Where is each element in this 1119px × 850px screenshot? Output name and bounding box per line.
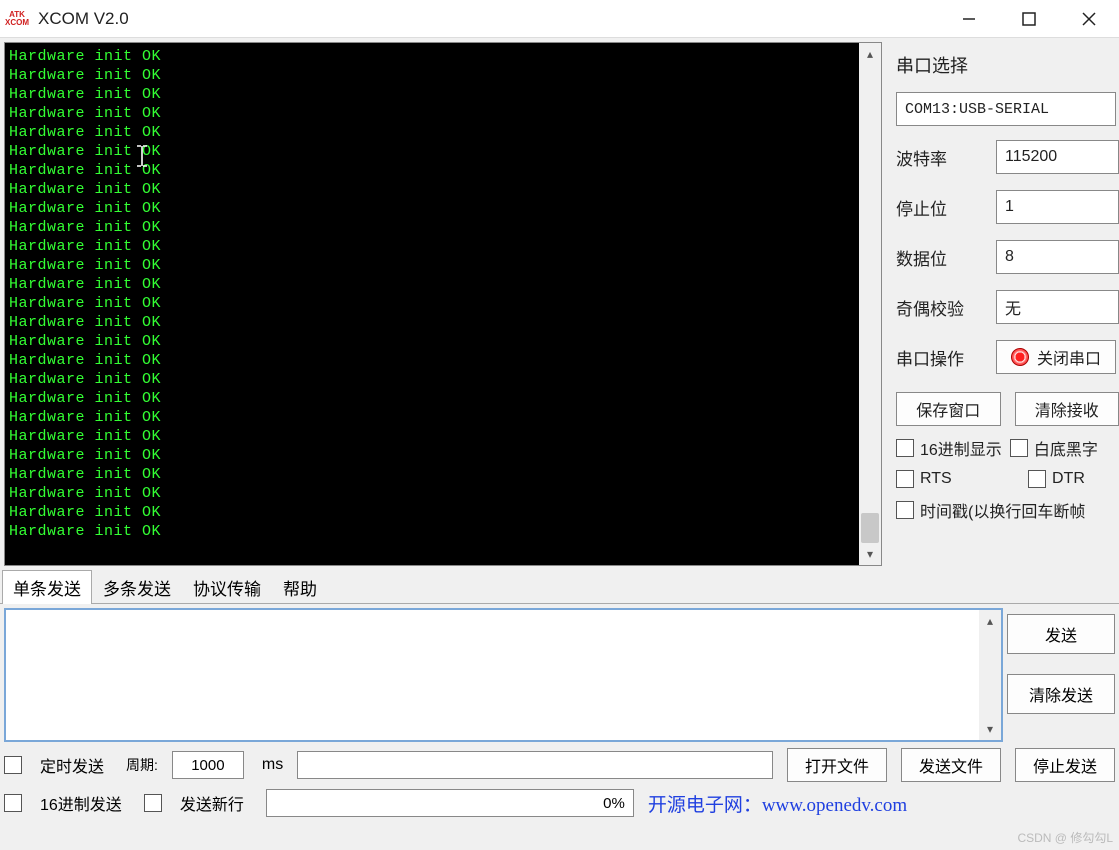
tab-protocol[interactable]: 协议传输 (182, 570, 272, 604)
file-path-input[interactable] (297, 751, 773, 779)
stopbits-label: 停止位 (896, 195, 976, 220)
portop-label: 串口操作 (896, 345, 976, 370)
terminal-wrap: Hardware init OK Hardware init OK Hardwa… (4, 42, 882, 566)
period-unit: ms (262, 756, 283, 774)
timed-send-checkbox[interactable] (4, 756, 22, 774)
rts-checkbox[interactable] (896, 470, 914, 488)
stop-send-button[interactable]: 停止发送 (1015, 748, 1115, 782)
timestamp-label: 时间戳(以换行回车断帧 (920, 498, 1085, 522)
progress-bar: 0% (266, 789, 634, 817)
scroll-up-icon[interactable]: ▴ (979, 610, 1001, 632)
open-file-button[interactable]: 打开文件 (787, 748, 887, 782)
period-input[interactable]: 1000 (172, 751, 244, 779)
period-label: 周期: (126, 755, 158, 775)
clear-send-button[interactable]: 清除发送 (1007, 674, 1115, 714)
databits-select[interactable]: 8 (996, 240, 1119, 274)
minimize-button[interactable] (939, 0, 999, 38)
port-select-label: 串口选择 (896, 52, 1119, 78)
send-scrollbar[interactable]: ▴ ▾ (979, 610, 1001, 740)
timed-send-label: 定时发送 (40, 753, 104, 777)
baud-value: 115200 (1005, 148, 1057, 166)
send-newline-checkbox[interactable] (144, 794, 162, 812)
hex-display-checkbox[interactable] (896, 439, 914, 457)
dtr-label: DTR (1052, 470, 1085, 488)
port-select-value: COM13:USB-SERIAL (905, 101, 1049, 118)
timestamp-checkbox[interactable] (896, 501, 914, 519)
send-tabs: 单条发送 多条发送 协议传输 帮助 (0, 572, 1119, 604)
parity-select[interactable]: 无 (996, 290, 1119, 324)
send-newline-label: 发送新行 (180, 791, 244, 815)
maximize-button[interactable] (999, 0, 1059, 38)
terminal-scrollbar[interactable]: ▴ ▾ (859, 43, 881, 565)
titlebar: ATK XCOM XCOM V2.0 (0, 0, 1119, 38)
dtr-checkbox[interactable] (1028, 470, 1046, 488)
databits-value: 8 (1005, 248, 1014, 266)
footer-link[interactable]: 开源电子网：www.openedv.com (648, 790, 907, 817)
footer-row-2: 16进制发送 发送新行 0% 开源电子网：www.openedv.com (0, 784, 1119, 822)
hex-display-label: 16进制显示 (920, 436, 1002, 460)
hex-send-label: 16进制发送 (40, 791, 122, 815)
hex-send-checkbox[interactable] (4, 794, 22, 812)
send-file-button[interactable]: 发送文件 (901, 748, 1001, 782)
send-buttons: 发送 清除发送 (1007, 608, 1115, 742)
close-port-button[interactable]: 关闭串口 (996, 340, 1116, 374)
app-icon: ATK XCOM (6, 8, 28, 30)
progress-value: 0% (603, 795, 625, 812)
close-button[interactable] (1059, 0, 1119, 38)
minimize-icon (962, 12, 976, 26)
main-content: Hardware init OK Hardware init OK Hardwa… (0, 38, 1119, 568)
parity-value: 无 (1005, 295, 1021, 319)
bw-display-checkbox[interactable] (1010, 439, 1028, 457)
save-window-button[interactable]: 保存窗口 (896, 392, 1001, 426)
databits-label: 数据位 (896, 245, 976, 270)
tab-multi-send[interactable]: 多条发送 (92, 570, 182, 604)
maximize-icon (1022, 12, 1036, 26)
side-panel: 串口选择 COM13:USB-SERIAL 波特率 115200 停止位 1 数… (882, 42, 1119, 568)
rts-label: RTS (920, 470, 1020, 488)
stopbits-select[interactable]: 1 (996, 190, 1119, 224)
window-title: XCOM V2.0 (38, 9, 129, 29)
watermark: CSDN @ 修勾勾L (1017, 829, 1113, 846)
clear-receive-button[interactable]: 清除接收 (1015, 392, 1119, 426)
scroll-up-icon[interactable]: ▴ (859, 43, 881, 65)
baud-label: 波特率 (896, 145, 976, 170)
parity-label: 奇偶校验 (896, 295, 976, 320)
tab-help[interactable]: 帮助 (272, 570, 328, 604)
send-area: ▴ ▾ 发送 清除发送 (0, 604, 1119, 746)
port-select[interactable]: COM13:USB-SERIAL (896, 92, 1116, 126)
baud-select[interactable]: 115200 (996, 140, 1119, 174)
stopbits-value: 1 (1005, 198, 1014, 216)
close-port-label: 关闭串口 (1037, 345, 1101, 369)
scroll-down-icon[interactable]: ▾ (979, 718, 1001, 740)
close-icon (1081, 11, 1097, 27)
record-icon (1011, 348, 1029, 366)
scroll-down-icon[interactable]: ▾ (859, 543, 881, 565)
send-textbox-wrap: ▴ ▾ (4, 608, 1003, 742)
tab-single-send[interactable]: 单条发送 (2, 570, 92, 604)
send-textarea[interactable] (6, 610, 979, 740)
scroll-thumb[interactable] (861, 513, 879, 543)
footer-row-1: 定时发送 周期: 1000 ms 打开文件 发送文件 停止发送 (0, 746, 1119, 784)
bw-display-label: 白底黑字 (1034, 436, 1098, 460)
terminal-output[interactable]: Hardware init OK Hardware init OK Hardwa… (5, 43, 859, 565)
send-button[interactable]: 发送 (1007, 614, 1115, 654)
